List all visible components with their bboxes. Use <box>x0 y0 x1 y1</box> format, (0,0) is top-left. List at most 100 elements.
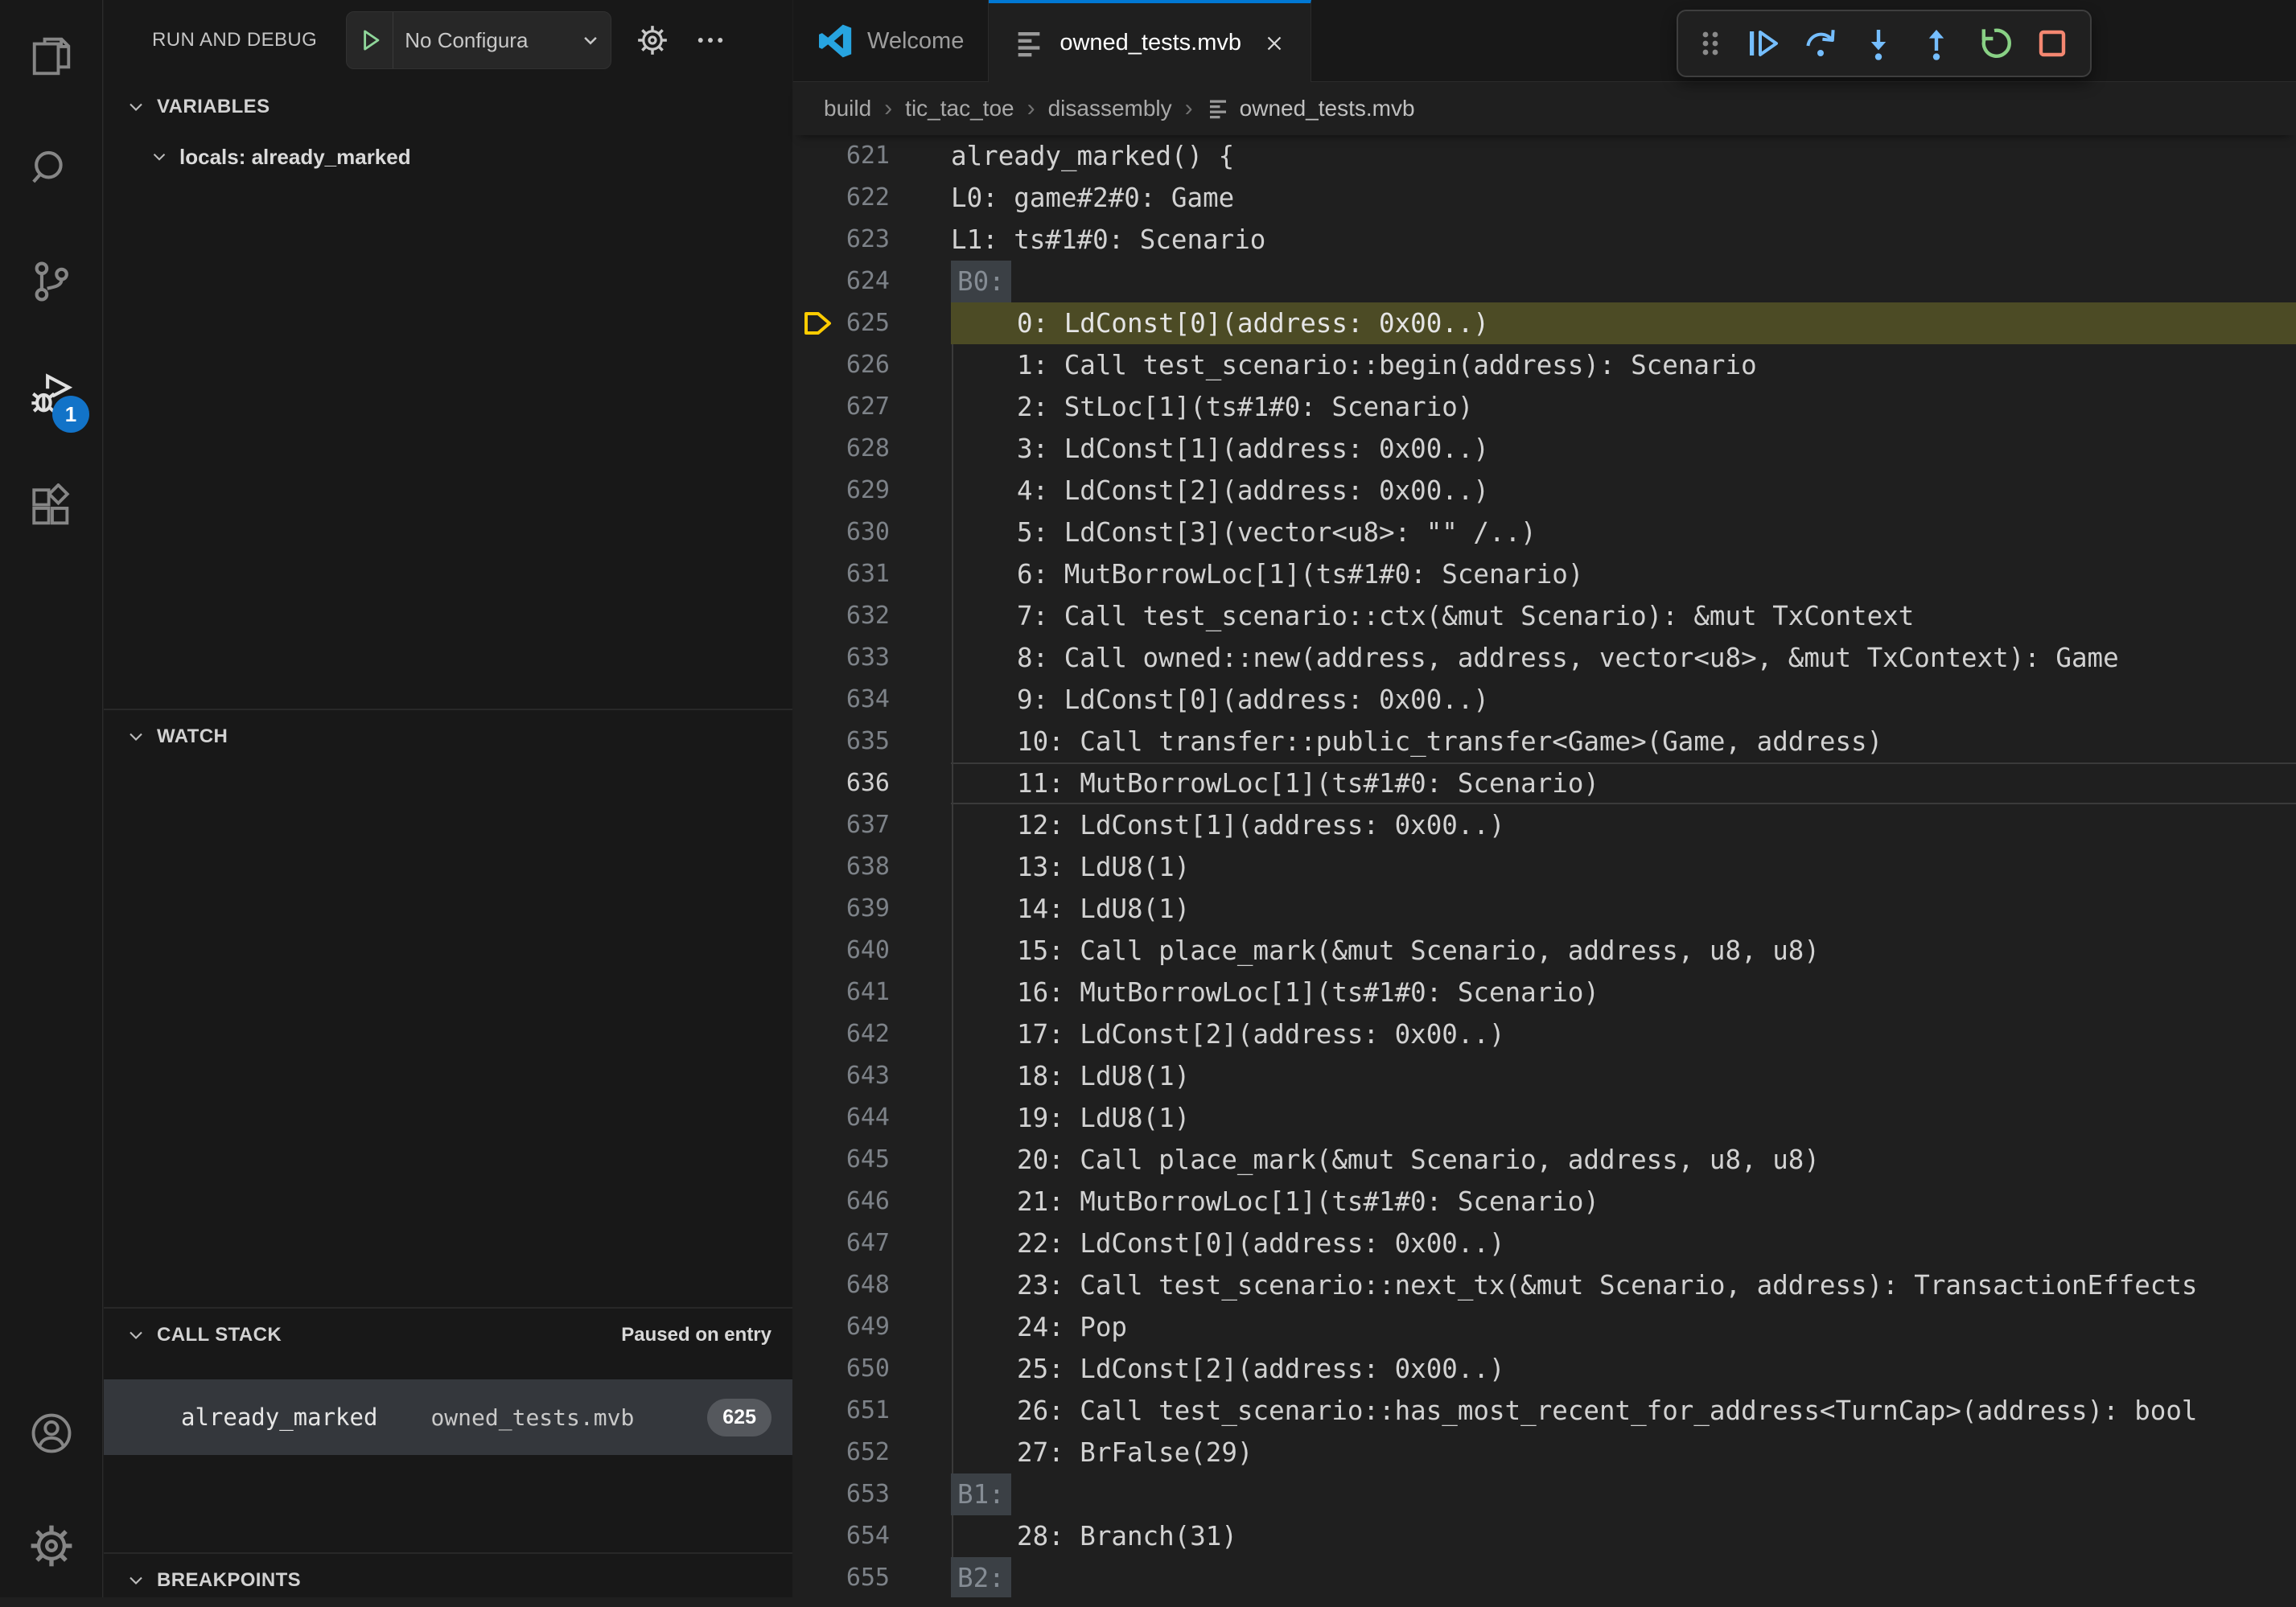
code-line-text[interactable]: B1: <box>951 1473 2296 1515</box>
gutter-line-621[interactable]: 621 <box>793 135 951 177</box>
code-line-652[interactable]: 65227: BrFalse(29) <box>793 1432 2296 1473</box>
code-line-text[interactable]: 11: MutBorrowLoc[1](ts#1#0: Scenario) <box>951 762 2296 804</box>
gutter-line-655[interactable]: 655 <box>793 1557 951 1597</box>
more-actions-icon[interactable] <box>693 23 727 57</box>
gutter-line-635[interactable]: 635 <box>793 721 951 762</box>
code-line-text[interactable]: 23: Call test_scenario::next_tx(&mut Sce… <box>951 1264 2296 1306</box>
gutter-line-636[interactable]: 636 <box>793 762 951 804</box>
code-line-653[interactable]: 653B1: <box>793 1473 2296 1515</box>
code-line-635[interactable]: 63510: Call transfer::public_transfer<Ga… <box>793 721 2296 762</box>
gutter-line-622[interactable]: 622 <box>793 177 951 219</box>
gutter-line-641[interactable]: 641 <box>793 972 951 1013</box>
code-line-text[interactable]: already_marked() { <box>951 135 2296 177</box>
code-line-text[interactable]: B2: <box>951 1557 2296 1597</box>
code-line-text[interactable]: 8: Call owned::new(address, address, vec… <box>951 637 2296 679</box>
code-line-text[interactable]: 24: Pop <box>951 1306 2296 1348</box>
call-stack-section-header[interactable]: CALL STACK Paused on entry <box>104 1309 792 1362</box>
code-line-634[interactable]: 6349: LdConst[0](address: 0x00..) <box>793 679 2296 721</box>
breakpoints-section-header[interactable]: BREAKPOINTS <box>104 1554 792 1607</box>
code-line-650[interactable]: 65025: LdConst[2](address: 0x00..) <box>793 1348 2296 1390</box>
code-line-626[interactable]: 6261: Call test_scenario::begin(address)… <box>793 344 2296 386</box>
step-over-icon[interactable] <box>1796 18 1845 68</box>
code-line-638[interactable]: 63813: LdU8(1) <box>793 846 2296 888</box>
gutter-line-625[interactable]: 625 <box>793 302 951 344</box>
gutter-line-642[interactable]: 642 <box>793 1013 951 1055</box>
code-line-text[interactable]: 20: Call place_mark(&mut Scenario, addre… <box>951 1139 2296 1181</box>
activity-item-account[interactable] <box>0 1377 102 1490</box>
stop-icon[interactable] <box>2027 18 2077 68</box>
gutter-line-653[interactable]: 653 <box>793 1473 951 1515</box>
code-line-text[interactable]: 14: LdU8(1) <box>951 888 2296 930</box>
breadcrumb-item-disassembly[interactable]: disassembly <box>1048 96 1172 121</box>
breadcrumb-item-build[interactable]: build <box>824 96 871 121</box>
toolbar-gripper-icon[interactable] <box>1691 18 1730 68</box>
code-line-649[interactable]: 64924: Pop <box>793 1306 2296 1348</box>
code-line-640[interactable]: 64015: Call place_mark(&mut Scenario, ad… <box>793 930 2296 972</box>
code-line-639[interactable]: 63914: LdU8(1) <box>793 888 2296 930</box>
code-line-text[interactable]: 10: Call transfer::public_transfer<Game>… <box>951 721 2296 762</box>
gutter-line-628[interactable]: 628 <box>793 428 951 470</box>
tab-welcome[interactable]: Welcome <box>793 0 989 82</box>
code-line-636[interactable]: 63611: MutBorrowLoc[1](ts#1#0: Scenario) <box>793 762 2296 804</box>
gutter-line-623[interactable]: 623 <box>793 219 951 261</box>
gutter-line-645[interactable]: 645 <box>793 1139 951 1181</box>
code-line-text[interactable]: 3: LdConst[1](address: 0x00..) <box>951 428 2296 470</box>
activity-item-explorer[interactable] <box>0 0 102 113</box>
code-line-637[interactable]: 63712: LdConst[1](address: 0x00..) <box>793 804 2296 846</box>
code-line-647[interactable]: 64722: LdConst[0](address: 0x00..) <box>793 1223 2296 1264</box>
gutter-line-627[interactable]: 627 <box>793 386 951 428</box>
code-line-630[interactable]: 6305: LdConst[3](vector<u8>: "" /..) <box>793 512 2296 553</box>
code-line-text[interactable]: 15: Call place_mark(&mut Scenario, addre… <box>951 930 2296 972</box>
code-line-text[interactable]: B0: <box>951 261 2296 302</box>
gutter-line-626[interactable]: 626 <box>793 344 951 386</box>
code-line-text[interactable]: 12: LdConst[1](address: 0x00..) <box>951 804 2296 846</box>
code-line-622[interactable]: 622L0: game#2#0: Game <box>793 177 2296 219</box>
code-line-623[interactable]: 623L1: ts#1#0: Scenario <box>793 219 2296 261</box>
debug-config-dropdown[interactable]: No Configura <box>393 28 578 53</box>
code-line-629[interactable]: 6294: LdConst[2](address: 0x00..) <box>793 470 2296 512</box>
step-out-icon[interactable] <box>1911 18 1961 68</box>
breadcrumb-item-tic-tac-toe[interactable]: tic_tac_toe <box>905 96 1014 121</box>
code-line-631[interactable]: 6316: MutBorrowLoc[1](ts#1#0: Scenario) <box>793 553 2296 595</box>
code-line-621[interactable]: 621already_marked() { <box>793 135 2296 177</box>
activity-item-settings[interactable] <box>0 1490 102 1602</box>
activity-item-run-and-debug[interactable]: 1 <box>0 338 102 450</box>
code-line-text[interactable]: 18: LdU8(1) <box>951 1055 2296 1097</box>
start-debug-play-icon[interactable] <box>347 12 393 68</box>
code-line-text[interactable]: 4: LdConst[2](address: 0x00..) <box>951 470 2296 512</box>
activity-item-source-control[interactable] <box>0 225 102 338</box>
code-line-text[interactable]: 1: Call test_scenario::begin(address): S… <box>951 344 2296 386</box>
gutter-line-633[interactable]: 633 <box>793 637 951 679</box>
code-line-text[interactable]: 7: Call test_scenario::ctx(&mut Scenario… <box>951 595 2296 637</box>
code-line-654[interactable]: 65428: Branch(31) <box>793 1515 2296 1557</box>
breadcrumb-item-file[interactable]: owned_tests.mvb <box>1206 96 1415 121</box>
code-line-text[interactable]: 22: LdConst[0](address: 0x00..) <box>951 1223 2296 1264</box>
code-line-text[interactable]: 19: LdU8(1) <box>951 1097 2296 1139</box>
gutter-line-652[interactable]: 652 <box>793 1432 951 1473</box>
code-line-text[interactable]: 16: MutBorrowLoc[1](ts#1#0: Scenario) <box>951 972 2296 1013</box>
code-line-text[interactable]: 13: LdU8(1) <box>951 846 2296 888</box>
gutter-line-654[interactable]: 654 <box>793 1515 951 1557</box>
code-line-651[interactable]: 65126: Call test_scenario::has_most_rece… <box>793 1390 2296 1432</box>
gutter-line-643[interactable]: 643 <box>793 1055 951 1097</box>
gutter-line-631[interactable]: 631 <box>793 553 951 595</box>
code-line-646[interactable]: 64621: MutBorrowLoc[1](ts#1#0: Scenario) <box>793 1181 2296 1223</box>
gutter-line-638[interactable]: 638 <box>793 846 951 888</box>
continue-icon[interactable] <box>1738 18 1788 68</box>
code-line-text[interactable]: 17: LdConst[2](address: 0x00..) <box>951 1013 2296 1055</box>
code-line-643[interactable]: 64318: LdU8(1) <box>793 1055 2296 1097</box>
activity-item-search[interactable] <box>0 113 102 225</box>
activity-item-extensions[interactable] <box>0 450 102 563</box>
gutter-line-630[interactable]: 630 <box>793 512 951 553</box>
code-line-644[interactable]: 64419: LdU8(1) <box>793 1097 2296 1139</box>
code-line-text[interactable]: 28: Branch(31) <box>951 1515 2296 1557</box>
code-line-text[interactable]: L0: game#2#0: Game <box>951 177 2296 219</box>
code-line-text[interactable]: 5: LdConst[3](vector<u8>: "" /..) <box>951 512 2296 553</box>
code-line-text[interactable]: 0: LdConst[0](address: 0x00..) <box>951 302 2296 344</box>
close-icon[interactable] <box>1262 31 1286 55</box>
code-line-648[interactable]: 64823: Call test_scenario::next_tx(&mut … <box>793 1264 2296 1306</box>
gutter-line-634[interactable]: 634 <box>793 679 951 721</box>
gutter-line-632[interactable]: 632 <box>793 595 951 637</box>
code-line-632[interactable]: 6327: Call test_scenario::ctx(&mut Scena… <box>793 595 2296 637</box>
code-line-text[interactable]: 27: BrFalse(29) <box>951 1432 2296 1473</box>
